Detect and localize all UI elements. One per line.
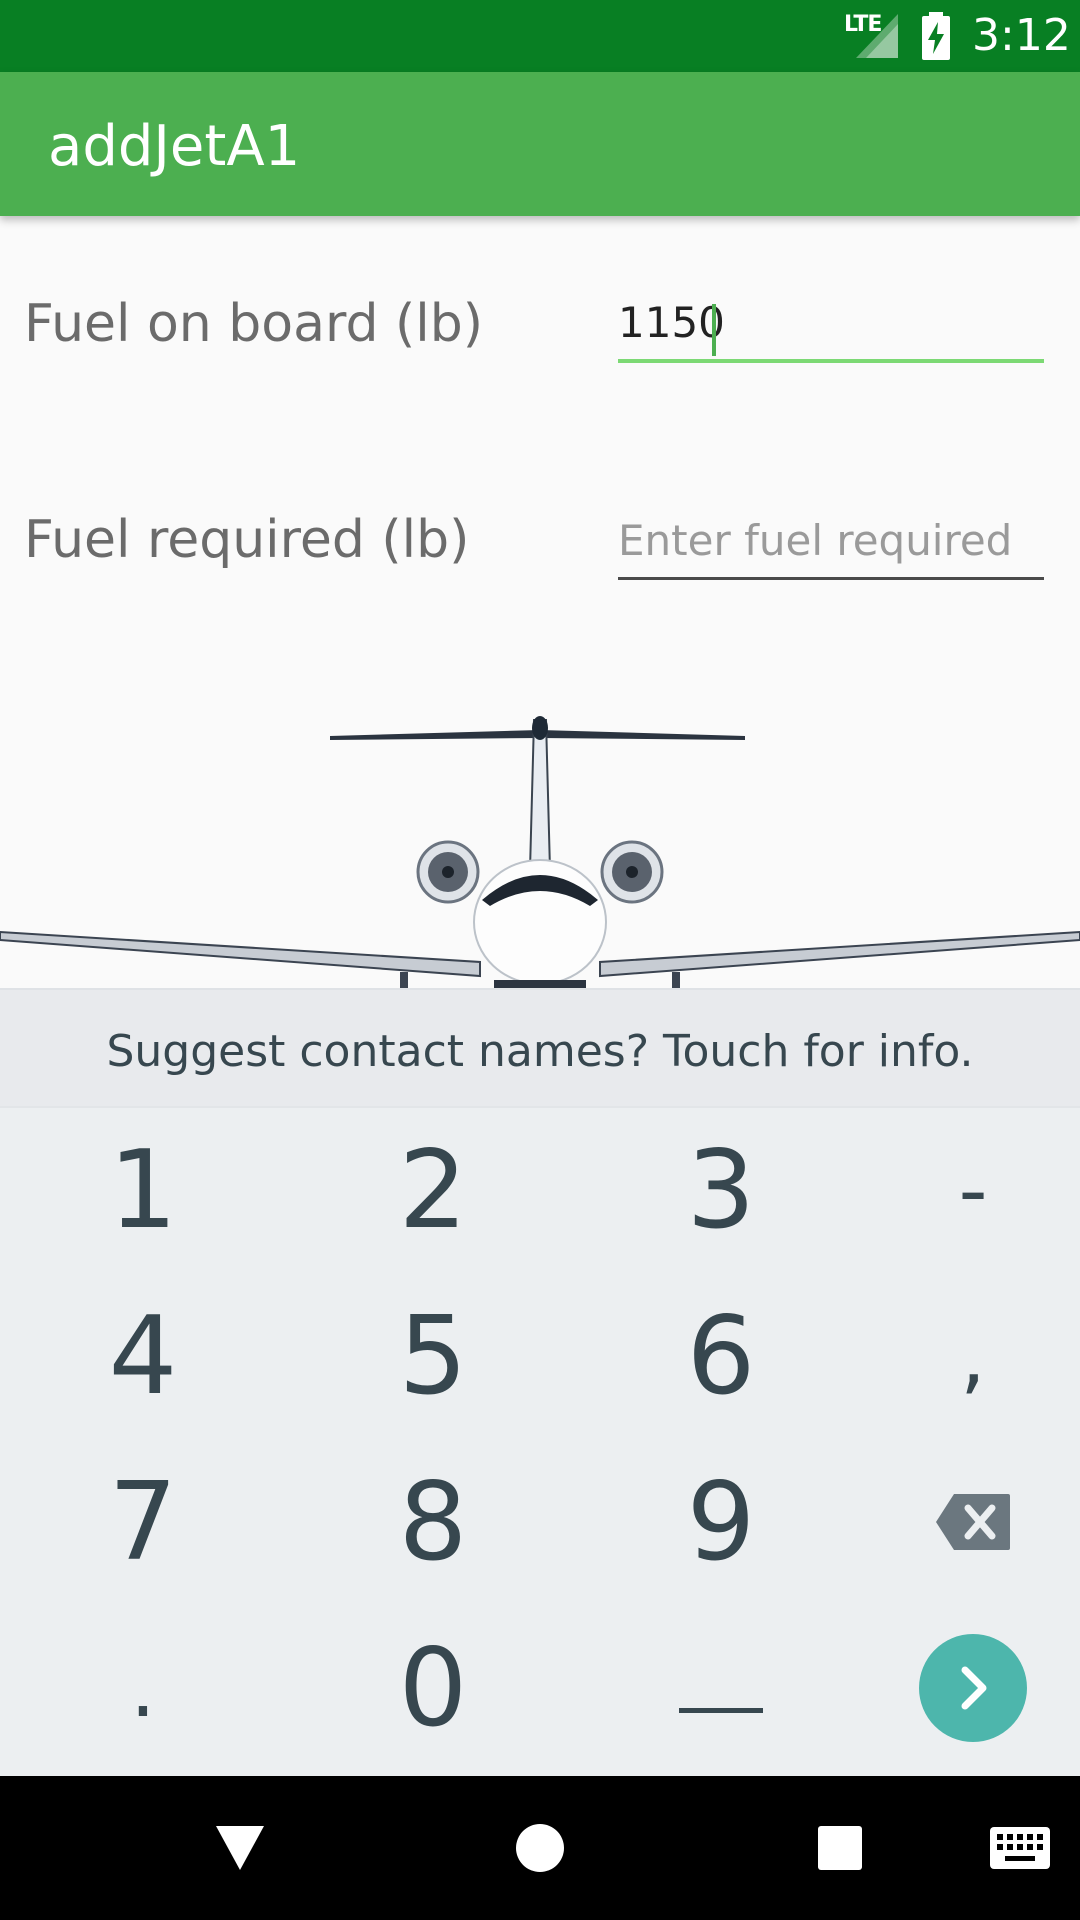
back-triangle-icon xyxy=(216,1826,264,1870)
key-0[interactable]: 0 xyxy=(298,1606,568,1770)
text-caret xyxy=(712,304,716,356)
next-key[interactable] xyxy=(838,1606,1080,1770)
key-4[interactable]: 4 xyxy=(8,1274,278,1438)
back-button[interactable] xyxy=(200,1776,280,1920)
key-9[interactable]: 9 xyxy=(586,1440,856,1604)
backspace-icon xyxy=(936,1494,1010,1550)
home-circle-icon xyxy=(516,1824,564,1872)
next-arrow-icon xyxy=(919,1634,1027,1742)
space-bar-icon xyxy=(679,1708,763,1713)
key-3[interactable]: 3 xyxy=(586,1108,856,1272)
jet-image xyxy=(0,700,1080,988)
backspace-key[interactable] xyxy=(838,1440,1080,1604)
fuel-on-board-label: Fuel on board (lb) xyxy=(24,294,484,354)
app-bar: addJetA1 xyxy=(0,72,1080,216)
space-key[interactable] xyxy=(586,1606,856,1770)
key-8[interactable]: 8 xyxy=(298,1440,568,1604)
fuel-on-board-underline xyxy=(618,359,1044,363)
key-period[interactable]: . xyxy=(8,1606,278,1770)
keyboard-suggestion-strip[interactable]: Suggest contact names? Touch for info. xyxy=(0,988,1080,1108)
key-5[interactable]: 5 xyxy=(298,1274,568,1438)
key-6[interactable]: 6 xyxy=(586,1274,856,1438)
status-bar: LTE 3:12 xyxy=(0,0,1080,72)
private-jet-icon xyxy=(0,716,1080,988)
key-2[interactable]: 2 xyxy=(298,1108,568,1272)
fuel-on-board-input[interactable] xyxy=(618,298,1044,347)
suggestion-text[interactable]: Suggest contact names? Touch for info. xyxy=(0,1026,1080,1077)
recents-button[interactable] xyxy=(800,1776,880,1920)
fuel-required-input[interactable] xyxy=(618,516,1044,565)
app-title: addJetA1 xyxy=(48,114,301,179)
fuel-on-board-field[interactable] xyxy=(618,298,1044,363)
fuel-required-label: Fuel required (lb) xyxy=(24,510,470,570)
keyboard-icon xyxy=(990,1827,1050,1869)
recents-square-icon xyxy=(818,1826,862,1870)
key-dash[interactable]: - xyxy=(838,1108,1080,1272)
numeric-keyboard: 1 2 3 - 4 5 6 , 7 8 9 . 0 xyxy=(0,1106,1080,1778)
key-1[interactable]: 1 xyxy=(8,1108,278,1272)
key-7[interactable]: 7 xyxy=(8,1440,278,1604)
fuel-required-underline xyxy=(618,577,1044,580)
clock: 3:12 xyxy=(972,10,1071,61)
fuel-required-field[interactable] xyxy=(618,516,1044,580)
keyboard-switch-button[interactable] xyxy=(980,1776,1060,1920)
home-button[interactable] xyxy=(500,1776,580,1920)
battery-charging-icon xyxy=(922,12,950,60)
signal-icon xyxy=(856,14,898,58)
navigation-bar xyxy=(0,1776,1080,1920)
key-comma[interactable]: , xyxy=(838,1274,1080,1438)
